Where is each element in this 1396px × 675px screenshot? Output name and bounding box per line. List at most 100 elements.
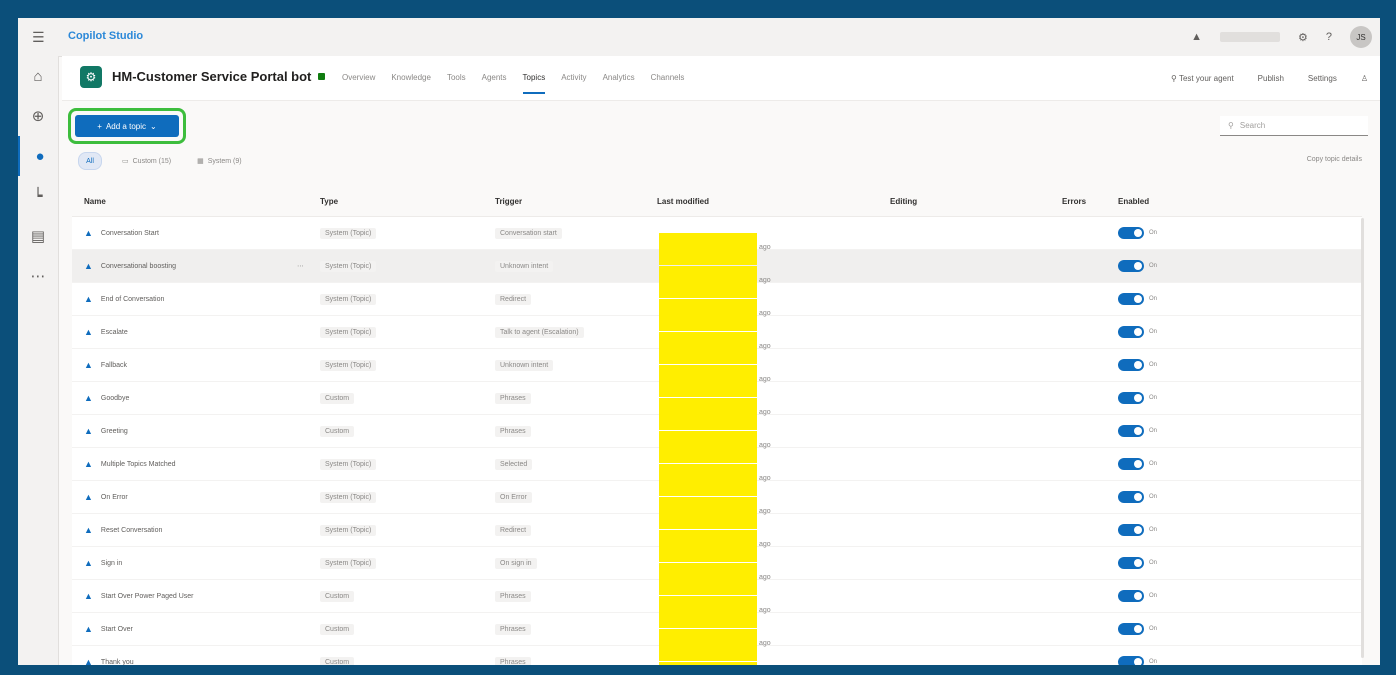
redaction-block xyxy=(659,365,757,397)
redaction-block xyxy=(659,662,757,665)
avatar[interactable]: JS xyxy=(1350,26,1372,48)
filter-system[interactable]: ▦ System (9) xyxy=(191,153,247,169)
topic-name[interactable]: Sign in xyxy=(101,560,122,567)
waffle-menu-icon[interactable]: ☰ xyxy=(32,29,45,46)
cell-type: Custom xyxy=(312,623,487,635)
cell-name[interactable]: ▲ Escalate xyxy=(72,327,312,337)
cell-name[interactable]: ▲ Sign in xyxy=(72,558,312,568)
enabled-toggle[interactable] xyxy=(1118,260,1144,272)
nav-agents[interactable]: ● xyxy=(18,136,60,176)
user-icon[interactable]: ♙ xyxy=(1361,74,1368,83)
nav-home[interactable]: ⌂ xyxy=(18,56,58,96)
nav-create[interactable]: ⊕ xyxy=(18,96,58,136)
enabled-toggle[interactable] xyxy=(1118,425,1144,437)
cell-name[interactable]: ▲ Multiple Topics Matched xyxy=(72,459,312,469)
topic-name[interactable]: Escalate xyxy=(101,329,128,336)
topic-name[interactable]: Conversational boosting xyxy=(101,263,176,270)
trigger-chip: Selected xyxy=(495,458,533,470)
table-scrollbar[interactable] xyxy=(1361,218,1364,658)
topic-name[interactable]: Goodbye xyxy=(101,395,129,402)
tab-channels[interactable]: Channels xyxy=(651,56,685,100)
enabled-toggle[interactable] xyxy=(1118,359,1144,371)
tab-topics[interactable]: Topics xyxy=(522,56,545,100)
tab-analytics[interactable]: Analytics xyxy=(603,56,635,100)
cell-name[interactable]: ▲ Conversation Start xyxy=(72,228,312,238)
redaction-block xyxy=(659,398,757,430)
col-enabled[interactable]: Enabled xyxy=(1118,197,1218,206)
add-topic-button[interactable]: + Add a topic ⌄ xyxy=(75,115,179,137)
cell-type: Custom xyxy=(312,656,487,665)
enabled-toggle[interactable] xyxy=(1118,491,1144,503)
enabled-toggle[interactable] xyxy=(1118,557,1144,569)
topic-name[interactable]: Conversation Start xyxy=(101,230,159,237)
test-agent-button[interactable]: ⚲ Test your agent xyxy=(1171,74,1234,83)
cell-name[interactable]: ▲ Greeting xyxy=(72,426,312,436)
topic-name[interactable]: End of Conversation xyxy=(101,296,164,303)
cell-name[interactable]: ▲ Goodbye xyxy=(72,393,312,403)
col-editing[interactable]: Editing xyxy=(882,197,1062,206)
enabled-toggle[interactable] xyxy=(1118,590,1144,602)
plus-icon: + xyxy=(97,121,102,131)
nav-library[interactable]: ▤ xyxy=(18,216,58,256)
enabled-toggle[interactable] xyxy=(1118,326,1144,338)
filter-custom[interactable]: ▭ Custom (15) xyxy=(116,153,177,169)
topic-name[interactable]: Thank you xyxy=(101,659,134,666)
enabled-toggle[interactable] xyxy=(1118,293,1144,305)
tab-knowledge[interactable]: Knowledge xyxy=(391,56,431,100)
cell-type: System (Topic) xyxy=(312,557,487,569)
topic-name[interactable]: Greeting xyxy=(101,428,128,435)
cell-trigger: Conversation start xyxy=(487,227,657,239)
topic-name[interactable]: On Error xyxy=(101,494,128,501)
search-input[interactable]: ⚲ Search xyxy=(1220,116,1368,136)
filter-all[interactable]: All xyxy=(78,152,102,170)
settings-button[interactable]: Settings xyxy=(1308,74,1337,83)
nav-more[interactable]: ⋯ xyxy=(18,256,58,296)
help-icon[interactable]: ? xyxy=(1326,31,1332,43)
tab-overview[interactable]: Overview xyxy=(342,56,375,100)
topic-icon: ▲ xyxy=(84,558,93,568)
add-trigger-highlight: + Add a topic ⌄ xyxy=(68,108,186,144)
col-type[interactable]: Type xyxy=(312,197,487,206)
enabled-toggle[interactable] xyxy=(1118,227,1144,239)
table-row[interactable]: ▲ Conversation Start System (Topic) Convers… xyxy=(72,217,1362,265)
topic-name[interactable]: Fallback xyxy=(101,362,127,369)
cell-name[interactable]: ▲ Fallback xyxy=(72,360,312,370)
enabled-toggle[interactable] xyxy=(1118,524,1144,536)
cell-name[interactable]: ▲ End of Conversation xyxy=(72,294,312,304)
more-options-icon[interactable]: ⋯ xyxy=(297,262,304,270)
topic-name[interactable]: Reset Conversation xyxy=(101,527,162,534)
cell-name[interactable]: ▲ On Error xyxy=(72,492,312,502)
topic-name[interactable]: Start Over Power Paged User xyxy=(101,593,194,600)
environment-picker[interactable] xyxy=(1220,32,1280,42)
topic-name[interactable]: Start Over xyxy=(101,626,133,633)
col-trigger[interactable]: Trigger xyxy=(487,197,657,206)
col-last-modified[interactable]: Last modified xyxy=(657,197,882,206)
modified-suffix: ago xyxy=(759,277,771,284)
cell-name[interactable]: ▲ Thank you xyxy=(72,657,312,665)
enabled-toggle[interactable] xyxy=(1118,656,1144,665)
enabled-toggle[interactable] xyxy=(1118,392,1144,404)
tab-activity[interactable]: Activity xyxy=(561,56,586,100)
topic-name[interactable]: Multiple Topics Matched xyxy=(101,461,176,468)
col-name[interactable]: Name xyxy=(72,197,312,206)
environment-icon[interactable]: ▲ xyxy=(1191,31,1202,43)
topic-icon: ▲ xyxy=(84,591,93,601)
modified-suffix: ago xyxy=(759,475,771,482)
enabled-toggle[interactable] xyxy=(1118,623,1144,635)
modified-suffix: ago xyxy=(759,640,771,647)
nav-flows[interactable]: ┕ xyxy=(18,176,58,216)
publish-button[interactable]: Publish xyxy=(1258,74,1284,83)
app-name[interactable]: Copilot Studio xyxy=(68,30,143,42)
topic-icon: ▲ xyxy=(84,492,93,502)
copy-topic-details-link[interactable]: Copy topic details xyxy=(1307,156,1362,163)
tab-agents[interactable]: Agents xyxy=(482,56,507,100)
col-errors[interactable]: Errors xyxy=(1062,197,1118,206)
tab-tools[interactable]: Tools xyxy=(447,56,466,100)
settings-gear-icon[interactable]: ⚙ xyxy=(1298,31,1308,44)
cell-name[interactable]: ▲ Start Over Power Paged User xyxy=(72,591,312,601)
trigger-chip: Phrases xyxy=(495,425,531,437)
cell-name[interactable]: ▲ Reset Conversation xyxy=(72,525,312,535)
enabled-toggle[interactable] xyxy=(1118,458,1144,470)
cell-name[interactable]: ▲ Conversational boosting ⋯ xyxy=(72,261,312,271)
cell-name[interactable]: ▲ Start Over xyxy=(72,624,312,634)
